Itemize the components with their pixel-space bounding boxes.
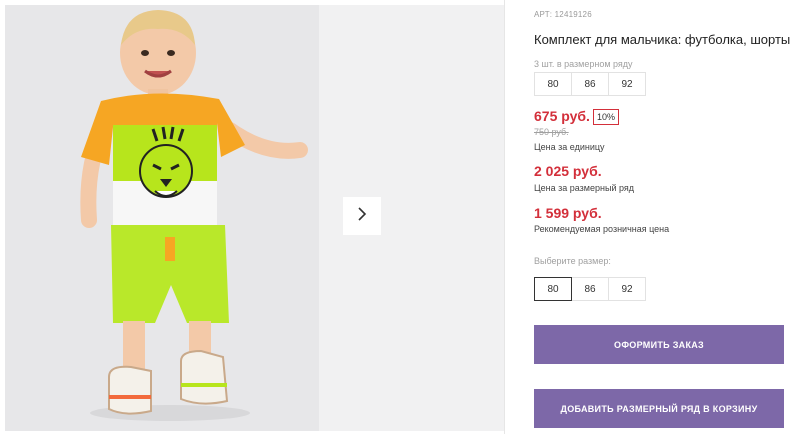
unit-price: 675 руб. — [534, 108, 590, 124]
product-gallery — [5, 5, 505, 431]
size-option-92[interactable]: 92 — [608, 277, 646, 301]
retail-price-label: Рекомендуемая розничная цена — [534, 224, 670, 234]
range-note: 3 шт. в размерном ряду — [534, 59, 633, 69]
unit-price-label: Цена за единицу — [534, 142, 605, 152]
product-photo[interactable] — [5, 5, 319, 431]
range-price-label: Цена за размерный ряд — [534, 183, 635, 193]
gallery-next-button[interactable] — [343, 197, 381, 235]
size-selector: 80 86 92 — [534, 277, 646, 301]
old-price: 750 руб. — [534, 127, 569, 137]
add-range-to-cart-button[interactable]: ДОБАВИТЬ РАЗМЕРНЫЙ РЯД В КОРЗИНУ — [534, 389, 784, 428]
range-size-92: 92 — [608, 72, 646, 96]
divider — [504, 0, 505, 434]
product-info: АРТ: 12419126 Комплект для мальчика: фут… — [534, 0, 800, 434]
choose-size-label: Выберите размер: — [534, 256, 611, 266]
retail-price: 1 599 руб. — [534, 205, 602, 221]
range-size-80: 80 — [534, 72, 572, 96]
order-button[interactable]: ОФОРМИТЬ ЗАКАЗ — [534, 325, 784, 364]
article-number: АРТ: 12419126 — [534, 10, 592, 19]
size-option-86[interactable]: 86 — [571, 277, 609, 301]
chevron-right-icon — [356, 206, 368, 227]
size-option-80[interactable]: 80 — [534, 277, 572, 301]
range-price: 2 025 руб. — [534, 163, 602, 179]
range-size-list: 80 86 92 — [534, 72, 646, 96]
product-title: Комплект для мальчика: футболка, шорты — [534, 32, 791, 47]
child-outfit-illustration — [5, 5, 319, 431]
range-size-86: 86 — [571, 72, 609, 96]
discount-badge: 10% — [593, 109, 620, 125]
